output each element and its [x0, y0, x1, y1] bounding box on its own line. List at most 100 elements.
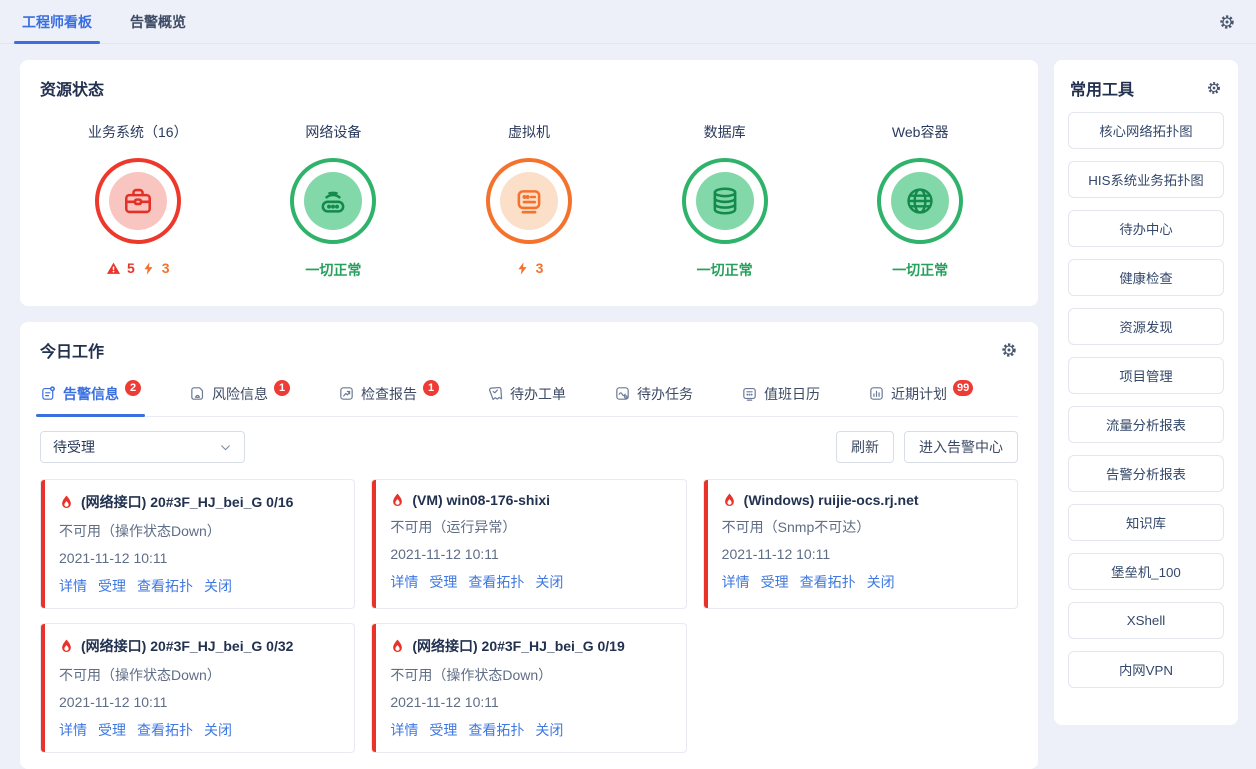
alarm-count: 5: [127, 260, 135, 276]
tool-xshell[interactable]: XShell: [1068, 602, 1224, 639]
resource-virtual-machine[interactable]: 虚拟机 3: [431, 114, 627, 290]
tab-badge: 99: [953, 380, 973, 396]
alert-time: 2021-11-12 10:11: [59, 550, 340, 566]
vm-icon: [500, 172, 558, 230]
tab-label: 检查报告: [361, 384, 417, 404]
tool-bastion-host[interactable]: 堡垒机_100: [1068, 553, 1224, 590]
router-icon: [304, 172, 362, 230]
alarm-triangle-icon: [106, 261, 121, 276]
tool-project-management[interactable]: 项目管理: [1068, 357, 1224, 394]
tool-alarm-analysis-report[interactable]: 告警分析报表: [1068, 455, 1224, 492]
alert-title: (网络接口) 20#3F_HJ_bei_G 0/16: [81, 492, 293, 512]
alarm-state-select[interactable]: 待受理: [40, 431, 245, 463]
today-work-title: 今日工作: [40, 338, 104, 362]
top-tab-bar: 工程师看板 告警概览: [0, 0, 1256, 44]
close-link[interactable]: 关闭: [535, 720, 563, 740]
today-work-panel: 今日工作 告警信息 2 风险信息 1 检查报告 1: [20, 322, 1038, 769]
tool-knowledge-base[interactable]: 知识库: [1068, 504, 1224, 541]
tool-todo-center[interactable]: 待办中心: [1068, 210, 1224, 247]
accept-link[interactable]: 受理: [429, 720, 457, 740]
alert-desc: 不可用（Snmp不可达）: [722, 517, 1003, 537]
detail-link[interactable]: 详情: [390, 572, 418, 592]
accept-link[interactable]: 受理: [98, 720, 126, 740]
alert-doc-icon: [40, 385, 57, 402]
resource-web-container[interactable]: Web容器 一切正常: [822, 114, 1018, 290]
accept-link[interactable]: 受理: [761, 572, 789, 592]
resource-ok-status: 一切正常: [697, 260, 753, 280]
close-link[interactable]: 关闭: [535, 572, 563, 592]
tab-recent-plans[interactable]: 近期计划 99: [868, 376, 973, 416]
resource-database[interactable]: 数据库 一切正常: [627, 114, 823, 290]
tab-badge: 1: [423, 380, 439, 396]
resource-label: Web容器: [892, 122, 949, 142]
tab-pending-tasks[interactable]: 待办任务: [614, 376, 693, 416]
bar-chart-icon: [868, 385, 885, 402]
alarm-center-button[interactable]: 进入告警中心: [904, 431, 1018, 463]
tab-alarm-overview[interactable]: 告警概览: [128, 0, 188, 44]
tools-gear-icon[interactable]: [1206, 80, 1222, 96]
alert-desc: 不可用（操作状态Down）: [59, 665, 340, 685]
tab-label: 待办任务: [637, 384, 693, 404]
detail-link[interactable]: 详情: [722, 572, 750, 592]
alert-desc: 不可用（操作状态Down）: [390, 665, 671, 685]
resource-label: 虚拟机: [508, 122, 550, 142]
resource-ok-status: 一切正常: [305, 260, 361, 280]
warn-count: 3: [536, 260, 544, 276]
today-work-gear-icon[interactable]: [1000, 341, 1018, 359]
accept-link[interactable]: 受理: [429, 572, 457, 592]
tool-health-check[interactable]: 健康检查: [1068, 259, 1224, 296]
tab-risk-info[interactable]: 风险信息 1: [189, 376, 290, 416]
tab-duty-calendar[interactable]: 值班日历: [741, 376, 820, 416]
detail-link[interactable]: 详情: [390, 720, 418, 740]
detail-link[interactable]: 详情: [59, 576, 87, 596]
today-work-tabs: 告警信息 2 风险信息 1 检查报告 1 待办工单: [40, 376, 1018, 417]
tab-badge: 2: [125, 380, 141, 396]
flame-icon: [390, 492, 405, 508]
view-topology-link[interactable]: 查看拓扑: [468, 572, 524, 592]
tab-pending-tickets[interactable]: 待办工单: [487, 376, 566, 416]
chevron-down-icon: [219, 441, 232, 454]
accept-link[interactable]: 受理: [98, 576, 126, 596]
calendar-icon: [741, 385, 758, 402]
tool-intranet-vpn[interactable]: 内网VPN: [1068, 651, 1224, 688]
resource-network-device[interactable]: 网络设备 一切正常: [236, 114, 432, 290]
close-link[interactable]: 关闭: [867, 572, 895, 592]
tab-inspection-report[interactable]: 检查报告 1: [338, 376, 439, 416]
settings-gear-icon[interactable]: [1218, 13, 1236, 31]
view-topology-link[interactable]: 查看拓扑: [800, 572, 856, 592]
close-link[interactable]: 关闭: [204, 576, 232, 596]
alert-title: (VM) win08-176-shixi: [412, 492, 550, 508]
resource-label: 数据库: [704, 122, 746, 142]
resource-label: 业务系统（16）: [88, 122, 188, 142]
view-topology-link[interactable]: 查看拓扑: [468, 720, 524, 740]
flame-icon: [59, 638, 74, 654]
tool-his-business-topology[interactable]: HIS系统业务拓扑图: [1068, 161, 1224, 198]
tab-engineer-dashboard[interactable]: 工程师看板: [20, 0, 94, 44]
resource-ok-status: 一切正常: [892, 260, 948, 280]
globe-icon: [891, 172, 949, 230]
resource-status-counts: 5 3: [106, 260, 170, 276]
task-icon: [614, 385, 631, 402]
tool-resource-discovery[interactable]: 资源发现: [1068, 308, 1224, 345]
view-topology-link[interactable]: 查看拓扑: [137, 576, 193, 596]
tool-traffic-analysis-report[interactable]: 流量分析报表: [1068, 406, 1224, 443]
database-icon: [696, 172, 754, 230]
select-value: 待受理: [53, 437, 95, 457]
report-chart-icon: [338, 385, 355, 402]
tab-alarm-info[interactable]: 告警信息 2: [40, 376, 141, 416]
alert-card: (VM) win08-176-shixi 不可用（运行异常） 2021-11-1…: [371, 479, 686, 609]
resource-business-system[interactable]: 业务系统（16） 5 3: [40, 114, 236, 290]
flame-icon: [722, 492, 737, 508]
resource-status-title: 资源状态: [40, 76, 1018, 100]
flame-icon: [390, 638, 405, 654]
close-link[interactable]: 关闭: [204, 720, 232, 740]
alert-card: (网络接口) 20#3F_HJ_bei_G 0/19 不可用（操作状态Down）…: [371, 623, 686, 753]
detail-link[interactable]: 详情: [59, 720, 87, 740]
alert-card: (Windows) ruijie-ocs.rj.net 不可用（Snmp不可达）…: [703, 479, 1018, 609]
refresh-button[interactable]: 刷新: [836, 431, 894, 463]
risk-doc-icon: [189, 385, 206, 402]
view-topology-link[interactable]: 查看拓扑: [137, 720, 193, 740]
tab-label: 近期计划: [891, 384, 947, 404]
resource-grid: 业务系统（16） 5 3 网络设备 一切正常 虚拟机: [40, 114, 1018, 290]
tool-core-network-topology[interactable]: 核心网络拓扑图: [1068, 112, 1224, 149]
